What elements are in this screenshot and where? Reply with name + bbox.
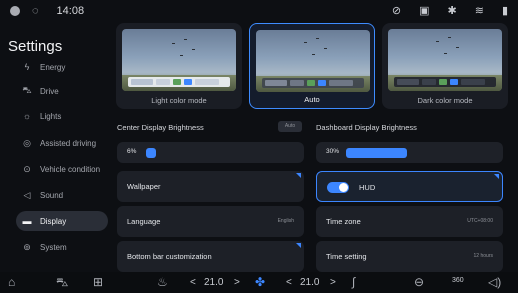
sidebar-item-drive[interactable]: ⛍ Drive: [22, 82, 59, 100]
dashboard-brightness-fill[interactable]: [346, 148, 407, 158]
left-temp-up-button[interactable]: >: [234, 277, 240, 288]
theme-preview-light: [122, 29, 236, 91]
right-temp-up-button[interactable]: >: [330, 277, 336, 288]
steering-heat-icon[interactable]: ∫: [352, 275, 355, 289]
sidebar-item-energy[interactable]: ϟ Energy: [22, 58, 66, 76]
bottom-bar-customization-label: Bottom bar customization: [127, 252, 212, 261]
message-icon[interactable]: ◌: [32, 5, 39, 17]
sidebar-item-label: System: [40, 242, 67, 252]
hud-toggle[interactable]: [327, 182, 349, 193]
bluetooth-icon: ✱: [447, 5, 457, 17]
sidebar-item-label: Assisted driving: [40, 138, 97, 148]
theme-preview-auto: [256, 30, 370, 92]
no-signal-icon: ⊘: [391, 5, 402, 17]
time-zone-value: UTC+08:00: [467, 218, 493, 224]
time-setting-label: Time setting: [326, 252, 367, 261]
apps-icon[interactable]: ⊞: [93, 275, 103, 289]
sidebar-item-system[interactable]: ⊚ System: [22, 238, 67, 256]
right-temp-down-button[interactable]: <: [286, 277, 292, 288]
display-icon: ▬: [22, 216, 32, 226]
time-zone-label: Time zone: [326, 217, 361, 226]
hud-tile[interactable]: HUD: [316, 171, 503, 202]
theme-card-dark[interactable]: Dark color mode: [382, 23, 508, 109]
sidebar-item-assisted-driving[interactable]: ◎ Assisted driving: [22, 134, 96, 152]
corner-arrow-icon: [296, 173, 301, 178]
user-icon[interactable]: [10, 6, 20, 16]
sidebar-item-label: Lights: [40, 111, 62, 121]
time-setting-value: 12 hours: [473, 253, 493, 259]
sidebar-item-sound[interactable]: ◁ Sound: [22, 186, 64, 204]
bottom-bar: ⌂ ⛍ ⊞ ♨ < 21.0 > ✤ < 21.0 > ∫ ⊖ 360 ◁): [0, 272, 518, 293]
hud-label: HUD: [359, 183, 376, 192]
corner-arrow-icon: [494, 174, 499, 179]
sidebar-item-label: Energy: [40, 62, 66, 72]
sidebar-item-display[interactable]: ▬ Display: [16, 211, 108, 231]
sidebar-item-label: Display: [40, 216, 67, 226]
wallpaper-tile[interactable]: Wallpaper: [117, 171, 304, 202]
home-icon[interactable]: ⌂: [8, 275, 15, 289]
center-brightness-value: 6%: [127, 148, 137, 155]
system-icon: ⊚: [23, 241, 31, 252]
settings-sidebar: Settings ϟ Energy ⛍ Drive ☼ Lights ◎ Ass…: [0, 22, 110, 262]
dashboard-brightness-slider[interactable]: 30%: [316, 142, 503, 163]
theme-preview-dark: [388, 29, 502, 91]
sidebar-item-lights[interactable]: ☼ Lights: [22, 107, 61, 125]
sidebar-item-vehicle-condition[interactable]: ⊙ Vehicle condition: [22, 160, 100, 178]
energy-icon: ϟ: [24, 62, 30, 72]
signal-icon: ▮: [501, 5, 508, 17]
center-brightness-heading: Center Display Brightness: [117, 123, 204, 132]
camera-360-icon[interactable]: 360: [452, 277, 464, 284]
speaker-icon: ◁: [23, 189, 31, 200]
wallpaper-label: Wallpaper: [127, 182, 161, 191]
left-temp-down-button[interactable]: <: [190, 277, 196, 288]
theme-label: Light color mode: [151, 96, 207, 105]
status-bar: ◌ 14:08 ⊘ ▣ ✱ ≋ ▮: [0, 0, 518, 22]
wifi-icon: ≋: [474, 5, 484, 17]
sidebar-item-label: Vehicle condition: [40, 164, 101, 174]
fan-icon[interactable]: ✤: [255, 275, 265, 289]
theme-card-light[interactable]: Light color mode: [116, 23, 242, 109]
bottom-bar-customization-tile[interactable]: Bottom bar customization: [117, 241, 304, 272]
seat-heat-icon[interactable]: ♨: [157, 275, 168, 289]
mute-icon: ▣: [419, 5, 430, 17]
time-setting-tile[interactable]: Time setting 12 hours: [316, 241, 503, 272]
defrost-icon[interactable]: ⊖: [414, 275, 424, 289]
corner-arrow-icon: [296, 243, 301, 248]
theme-label: Dark color mode: [417, 96, 473, 105]
right-temperature: 21.0: [300, 277, 320, 288]
dashboard-brightness-heading: Dashboard Display Brightness: [316, 123, 417, 132]
assist-icon: ◎: [23, 137, 31, 148]
language-label: Language: [127, 217, 161, 226]
sidebar-item-label: Drive: [40, 86, 59, 96]
sidebar-item-label: Sound: [40, 190, 64, 200]
car-icon: ⛍: [22, 85, 32, 95]
theme-label: Auto: [304, 95, 320, 104]
clock: 14:08: [56, 5, 85, 17]
center-brightness-fill[interactable]: [146, 148, 156, 158]
language-tile[interactable]: Language English: [117, 206, 304, 237]
time-zone-tile[interactable]: Time zone UTC+08:00: [316, 206, 503, 237]
page-title: Settings: [8, 38, 63, 55]
theme-card-auto[interactable]: Auto: [249, 23, 375, 109]
volume-icon[interactable]: ◁): [488, 275, 501, 289]
center-brightness-slider[interactable]: 6%: [117, 142, 304, 163]
car-icon[interactable]: ⛍: [56, 275, 68, 289]
light-icon: ☼: [22, 111, 32, 121]
dashboard-brightness-value: 30%: [326, 148, 340, 155]
language-value: English: [277, 218, 294, 224]
left-temperature: 21.0: [204, 277, 224, 288]
center-brightness-auto-button[interactable]: Auto: [278, 121, 302, 132]
vehicle-condition-icon: ⊙: [23, 163, 31, 174]
